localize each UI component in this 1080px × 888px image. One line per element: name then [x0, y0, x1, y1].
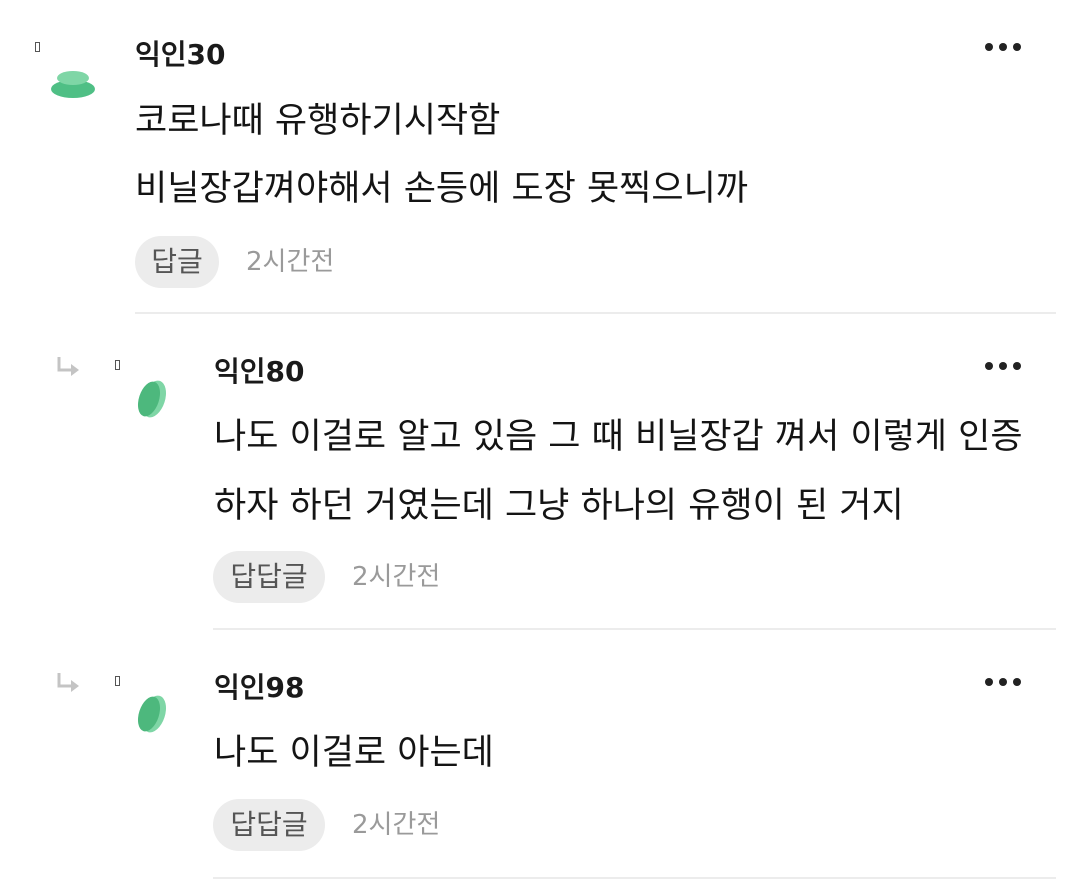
- avatar-icon[interactable]: [134, 378, 170, 422]
- divider: [213, 877, 1056, 879]
- comment-text-line: 나도 이걸로 알고 있음 그 때 비닐장갑 껴서 이렇게 인증: [214, 417, 1023, 457]
- more-options-icon[interactable]: [983, 667, 1023, 697]
- comment-text-line: 코로나때 유행하기시작함: [135, 101, 501, 141]
- timestamp: 2시간전: [246, 247, 335, 277]
- reply-arrow-icon: [56, 671, 82, 695]
- comment-item: 익인80 나도 이걸로 알고 있음 그 때 비닐장갑 껴서 이렇게 인증 하자 …: [0, 315, 1080, 631]
- comment-text-line: 비닐장갑껴야해서 손등에 도장 못찍으니까: [135, 169, 748, 209]
- divider: [213, 628, 1056, 630]
- timestamp: 2시간전: [352, 810, 441, 840]
- comment-item: 익인30 코로나때 유행하기시작함 비닐장갑껴야해서 손등에 도장 못찍으니까 …: [0, 0, 1080, 315]
- reply-button[interactable]: 답답글: [213, 799, 325, 851]
- badge-icon: [115, 360, 120, 370]
- reply-button[interactable]: 답글: [135, 236, 219, 288]
- comment-text-line: 하자 하던 거였는데 그냥 하나의 유행이 된 거지: [214, 486, 904, 526]
- more-options-icon[interactable]: [983, 32, 1023, 62]
- nickname[interactable]: 익인30: [135, 37, 226, 73]
- nickname[interactable]: 익인98: [214, 670, 305, 706]
- avatar-icon[interactable]: [48, 68, 98, 102]
- nickname[interactable]: 익인80: [214, 354, 305, 390]
- badge-icon: [35, 42, 40, 52]
- reply-arrow-icon: [56, 355, 82, 379]
- reply-button[interactable]: 답답글: [213, 551, 325, 603]
- comment-text-line: 나도 이걸로 아는데: [214, 733, 494, 773]
- avatar-icon[interactable]: [134, 693, 170, 737]
- more-options-icon[interactable]: [983, 351, 1023, 381]
- timestamp: 2시간전: [352, 562, 441, 592]
- badge-icon: [115, 676, 120, 686]
- divider: [135, 312, 1056, 314]
- comment-item: 익인98 나도 이걸로 아는데 답답글 2시간전: [0, 631, 1080, 880]
